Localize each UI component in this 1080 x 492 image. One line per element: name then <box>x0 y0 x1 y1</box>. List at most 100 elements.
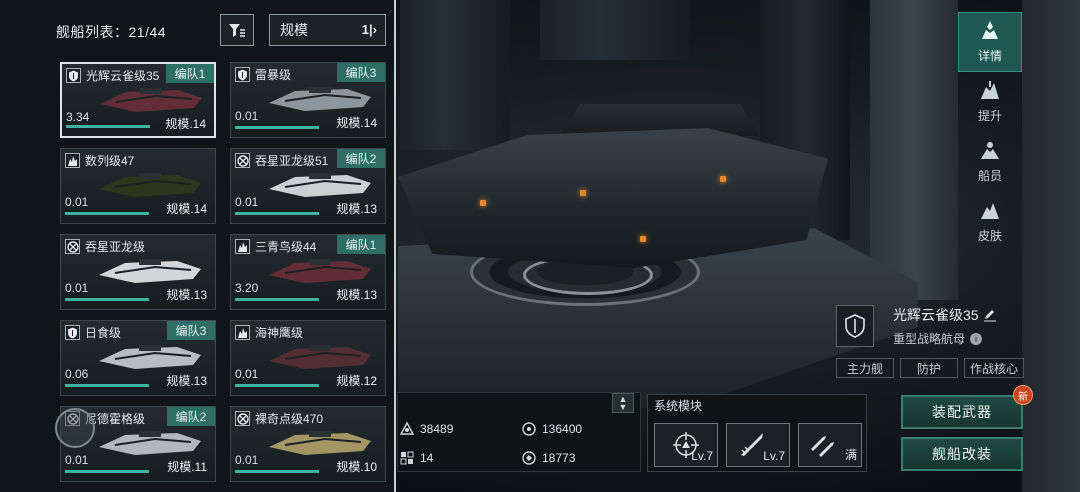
ship-progress-bar <box>235 212 319 215</box>
ship-card-value: 0.01 <box>235 109 259 123</box>
ship-type: 重型战略航母 <box>893 332 966 346</box>
nav-label: 提升 <box>977 109 1002 123</box>
ship-card-value: 0.01 <box>235 453 259 467</box>
side-nav: 详情 提升 船员 皮肤 <box>958 12 1022 252</box>
module-slot-weapon[interactable]: Lv.7 <box>726 423 790 467</box>
ship-card[interactable]: 裸奇点级470 0.01 规模.10 <box>230 406 386 482</box>
ship-card-scale: 规模.14 <box>166 202 207 216</box>
ship-thumbnail <box>269 87 371 111</box>
stat-power: 136400 <box>522 422 582 436</box>
filter-button[interactable] <box>220 14 254 46</box>
equip-weapon-button[interactable]: 装配武器 <box>901 395 1023 429</box>
ship-card-value: 3.20 <box>235 281 259 295</box>
ship-card-scale: 规模.14 <box>165 117 206 131</box>
module-level: Lv.7 <box>763 449 785 463</box>
skin-icon <box>979 200 1001 227</box>
details-icon <box>980 20 1000 47</box>
ship-name-row: 光辉云雀级35 <box>893 305 997 325</box>
nav-label: 皮肤 <box>977 229 1002 243</box>
sort-select[interactable]: 规模 1|› <box>269 14 386 46</box>
modules-title: 系统模块 <box>654 399 703 413</box>
rockets-icon <box>811 436 834 457</box>
ship-card-name: 三青鸟级44 <box>255 240 317 254</box>
fleet-badge: 编队2 <box>167 407 215 426</box>
checker-icon <box>400 451 414 465</box>
nav-label: 详情 <box>977 49 1002 63</box>
tag-combat-core: 作战核心 <box>964 358 1024 378</box>
ship-thumbnail <box>269 259 371 283</box>
ship-card-scale: 规模.10 <box>336 460 377 474</box>
info-icon[interactable]: i <box>970 332 983 345</box>
ship-card[interactable]: 光辉云雀级35 编队1 3.34 规模.14 <box>60 62 216 138</box>
sort-label: 规模 <box>280 22 308 38</box>
fleet-badge: 编队3 <box>167 321 215 340</box>
ship-card-name: 裸奇点级470 <box>255 412 324 426</box>
ship-card[interactable]: 雷暴级 编队3 0.01 规模.14 <box>230 62 386 138</box>
ship-progress-bar <box>65 212 149 215</box>
power-icon <box>522 422 536 436</box>
edit-icon[interactable] <box>983 308 997 322</box>
ship-card[interactable]: 数列级47 0.01 规模.14 <box>60 148 216 224</box>
module-slot-launch[interactable]: 满 <box>798 423 862 467</box>
ship-class-badge <box>836 305 874 347</box>
flame-icon <box>65 153 80 168</box>
ship-card-name: 雷暴级 <box>255 68 292 82</box>
ship-card-scale: 规模.13 <box>336 288 377 302</box>
flame-icon <box>235 325 250 340</box>
ship-name: 光辉云雀级35 <box>893 307 979 323</box>
ship-card-name: 日食级 <box>85 326 122 340</box>
module-slot-targeting[interactable]: Lv.7 <box>654 423 718 467</box>
ship-light <box>480 200 486 206</box>
ship-card[interactable]: 吞星亚龙级51 编队2 0.01 规模.13 <box>230 148 386 224</box>
ship-progress-bar <box>235 470 319 473</box>
tag-main-ship: 主力舰 <box>836 358 894 378</box>
ship-refit-button[interactable]: 舰船改装 <box>901 437 1023 471</box>
ship-card-name: 吞星亚龙级51 <box>255 154 329 168</box>
ship-light <box>640 236 646 242</box>
ship-card-value: 0.01 <box>65 453 89 467</box>
stats-toggle-button[interactable]: ▲ ▼ <box>612 393 634 413</box>
fleet-badge: 编队3 <box>337 63 385 82</box>
ship-thumbnail <box>99 345 201 369</box>
ship-card-name: 光辉云雀级35 <box>86 69 160 83</box>
nav-upgrade[interactable]: 提升 <box>958 72 1022 132</box>
armor-icon <box>400 422 414 435</box>
ship-card-name: 海神鹰级 <box>255 326 304 340</box>
ship-card-scale: 规模.13 <box>166 288 207 302</box>
module-level: 满 <box>844 448 857 462</box>
ship-card-name: 吞星亚龙级 <box>85 240 146 254</box>
game-screen: { "list": {"title": "舰船列表：21/44", "sort_… <box>0 0 1080 492</box>
ship-thumbnail <box>99 173 201 197</box>
ship-card[interactable]: 海神鹰级 0.01 规模.12 <box>230 320 386 396</box>
stat-hp: 38489 <box>400 422 453 436</box>
ship-progress-bar <box>65 470 149 473</box>
floating-assist-button[interactable] <box>55 408 95 448</box>
ship-card[interactable]: 日食级 编队3 0.06 规模.13 <box>60 320 216 396</box>
ship-card-value: 0.06 <box>65 367 89 381</box>
ship-card[interactable]: 三青鸟级44 编队1 3.20 规模.13 <box>230 234 386 310</box>
ship-progress-bar <box>66 125 150 128</box>
filter-icon <box>229 24 245 37</box>
ship-card-scale: 规模.13 <box>166 374 207 388</box>
ship-card-scale: 规模.13 <box>336 202 377 216</box>
tag-defense: 防护 <box>900 358 958 378</box>
ship-list-panel: 舰船列表：21/44 规模 1|› 光辉云雀级35 编队1 3.34 规模.14 雷暴级… <box>0 0 396 492</box>
ship-card-scale: 规模.12 <box>336 374 377 388</box>
ship-progress-bar <box>235 298 319 301</box>
nav-details[interactable]: 详情 <box>958 12 1022 72</box>
ship-card-scale: 规模.14 <box>336 116 377 130</box>
ship-light <box>720 176 726 182</box>
ship-card-value: 0.01 <box>65 281 89 295</box>
ship-card-scale: 规模.11 <box>167 460 207 474</box>
nav-label: 船员 <box>977 169 1002 183</box>
fleet-badge: 编队1 <box>166 64 214 83</box>
nav-crew[interactable]: 船员 <box>958 132 1022 192</box>
ship-card-value: 0.01 <box>65 195 89 209</box>
nav-skin[interactable]: 皮肤 <box>958 192 1022 252</box>
background-structure <box>1022 0 1080 492</box>
ship-thumbnail <box>99 259 201 283</box>
ship-stats-panel: 38489 136400 14 18773 <box>397 392 641 472</box>
ship-progress-bar <box>235 384 319 387</box>
ship-type-row: 重型战略航母 i <box>893 330 983 347</box>
ship-card[interactable]: 吞星亚龙级 0.01 规模.13 <box>60 234 216 310</box>
